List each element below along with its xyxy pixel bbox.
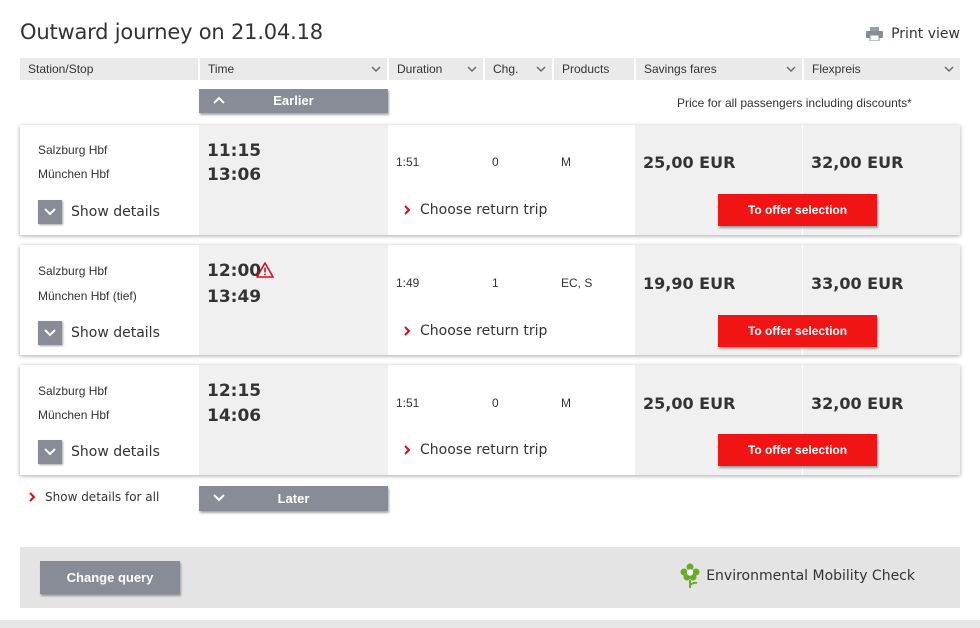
products-value: M xyxy=(561,396,571,410)
offer-selection-button[interactable]: To offer selection xyxy=(718,434,877,466)
show-details-toggle[interactable] xyxy=(38,321,62,345)
environmental-mobility-check-link[interactable]: Environmental Mobility Check xyxy=(680,563,915,589)
arrival-time: 13:49 xyxy=(207,287,262,307)
chevron-down-icon xyxy=(44,448,56,456)
chevron-down-icon xyxy=(44,208,56,216)
duration-value: 1:51 xyxy=(396,155,420,169)
print-view-link[interactable]: Print view xyxy=(866,26,960,42)
departure-station: Salzburg Hbf xyxy=(38,384,108,398)
page-title: Outward journey on 21.04.18 xyxy=(20,20,323,44)
departure-time: 12:00 xyxy=(207,261,262,281)
flex-price: 32,00 EUR xyxy=(811,153,904,172)
chevron-down-icon xyxy=(786,66,796,72)
departure-time: 12:15 xyxy=(207,381,262,401)
products-value: EC, S xyxy=(561,276,593,290)
chevron-down-icon xyxy=(536,66,546,72)
arrival-time: 14:06 xyxy=(207,406,262,426)
savings-price: 19,90 EUR xyxy=(643,274,736,293)
column-header-products-label: Products xyxy=(562,62,610,76)
earlier-button[interactable]: Earlier xyxy=(199,89,388,113)
later-button-label: Later xyxy=(277,491,310,506)
choose-return-trip-link[interactable]: Choose return trip xyxy=(403,202,547,218)
column-header-savings[interactable]: Savings fares xyxy=(636,58,802,80)
show-details-all-label: Show details for all xyxy=(45,490,160,504)
column-header-flexpreis-label: Flexpreis xyxy=(812,62,861,76)
column-header-time-label: Time xyxy=(208,62,235,76)
show-details-button[interactable]: Show details xyxy=(38,321,160,345)
show-details-toggle[interactable] xyxy=(38,440,62,464)
change-query-button[interactable]: Change query xyxy=(40,561,180,594)
price-note: Price for all passengers including disco… xyxy=(677,96,912,110)
arrival-time: 13:06 xyxy=(207,165,262,185)
show-details-toggle[interactable] xyxy=(38,200,62,224)
show-details-all-link[interactable]: Show details for all xyxy=(28,490,159,504)
chevron-right-icon xyxy=(29,492,36,502)
chevron-right-icon xyxy=(404,205,411,215)
column-header-station: Station/Stop xyxy=(20,58,198,80)
show-details-label: Show details xyxy=(71,204,160,220)
column-header-station-label: Station/Stop xyxy=(28,62,94,76)
show-details-button[interactable]: Show details xyxy=(38,440,160,464)
changes-value: 0 xyxy=(492,155,499,169)
chevron-down-icon xyxy=(213,494,225,502)
savings-price: 25,00 EUR xyxy=(643,153,736,172)
savings-price: 25,00 EUR xyxy=(643,394,736,413)
page: Outward journey on 21.04.18 Print view S… xyxy=(0,0,980,628)
warning-icon xyxy=(256,262,274,278)
chevron-down-icon xyxy=(467,66,477,72)
column-header-duration-label: Duration xyxy=(397,62,443,76)
products-value: M xyxy=(561,155,571,169)
choose-return-trip-label: Choose return trip xyxy=(420,323,548,339)
arrival-station: München Hbf xyxy=(38,408,110,422)
environmental-mobility-check-label: Environmental Mobility Check xyxy=(706,568,915,584)
chevron-right-icon xyxy=(404,445,411,455)
chevron-down-icon xyxy=(944,66,954,72)
bottom-shade xyxy=(0,620,980,628)
column-header-changes[interactable]: Chg. xyxy=(485,58,552,80)
chevron-up-icon xyxy=(213,96,225,104)
choose-return-trip-label: Choose return trip xyxy=(420,442,548,458)
choose-return-trip-label: Choose return trip xyxy=(420,202,548,218)
chevron-down-icon xyxy=(371,66,381,72)
duration-value: 1:51 xyxy=(396,396,420,410)
column-header-products: Products xyxy=(554,58,634,80)
departure-station: Salzburg Hbf xyxy=(38,143,108,157)
show-details-label: Show details xyxy=(71,444,160,460)
later-button[interactable]: Later xyxy=(199,486,388,511)
print-view-label: Print view xyxy=(891,26,960,42)
flex-price: 33,00 EUR xyxy=(811,274,904,293)
column-header-time[interactable]: Time xyxy=(200,58,387,80)
departure-station: Salzburg Hbf xyxy=(38,264,108,278)
departure-time: 11:15 xyxy=(207,141,262,161)
flex-price: 32,00 EUR xyxy=(811,394,904,413)
show-details-button[interactable]: Show details xyxy=(38,200,160,224)
printer-icon xyxy=(866,27,884,41)
arrival-station: München Hbf (tief) xyxy=(38,289,137,303)
chevron-down-icon xyxy=(44,329,56,337)
connection-card: Salzburg Hbf München Hbf 11:15 13:06 1:5… xyxy=(20,125,960,235)
column-header-savings-label: Savings fares xyxy=(644,62,717,76)
column-header-flexpreis[interactable]: Flexpreis xyxy=(804,58,960,80)
offer-selection-button[interactable]: To offer selection xyxy=(718,194,877,226)
show-details-label: Show details xyxy=(71,325,160,341)
chevron-right-icon xyxy=(404,326,411,336)
connection-card: Salzburg Hbf München Hbf 12:15 14:06 1:5… xyxy=(20,365,960,475)
column-header-duration[interactable]: Duration xyxy=(389,58,483,80)
changes-value: 0 xyxy=(492,396,499,410)
connection-card: Salzburg Hbf München Hbf (tief) 12:00 13… xyxy=(20,245,960,355)
choose-return-trip-link[interactable]: Choose return trip xyxy=(403,323,547,339)
footer-bar: Change query Environmental Mobility Chec… xyxy=(20,547,960,608)
flower-icon xyxy=(680,563,700,588)
column-header-changes-label: Chg. xyxy=(493,62,519,76)
offer-selection-button[interactable]: To offer selection xyxy=(718,315,877,347)
duration-value: 1:49 xyxy=(396,276,420,290)
choose-return-trip-link[interactable]: Choose return trip xyxy=(403,442,547,458)
changes-value: 1 xyxy=(492,276,499,290)
arrival-station: München Hbf xyxy=(38,167,110,181)
earlier-button-label: Earlier xyxy=(273,93,314,108)
